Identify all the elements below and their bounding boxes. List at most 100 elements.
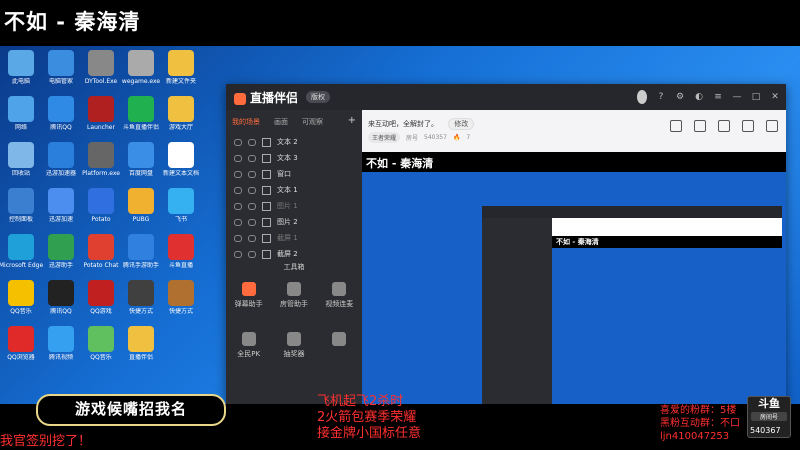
lock-icon[interactable] [248,170,256,178]
scene-item-label: 图片 1 [277,202,298,210]
tab-observe[interactable]: 可观察 [302,117,323,127]
fan-group-info: 喜爱的粉群：5楼 黑粉互动群：不口 ljn410047253 [660,404,740,443]
scene-item[interactable]: 文本 1 [226,182,362,198]
bell-icon[interactable] [742,120,754,132]
desktop-icon[interactable]: 斗鱼直播 [156,234,206,269]
record-icon[interactable] [670,120,682,132]
tool-button[interactable] [319,332,359,359]
nested-preview [552,236,782,404]
scene-list: 文本 2 文本 3 窗口 文本 1 图片 1 图片 2 截屏 1 截屏 2 [226,134,362,262]
desktop-icon[interactable]: 飞书 [156,188,206,223]
eye-icon[interactable] [234,218,242,226]
tab-picture[interactable]: 画面 [274,117,288,127]
tool-button[interactable]: 视频连麦 [319,282,359,309]
menu-icon[interactable]: ≡ [713,92,723,102]
lock-icon[interactable] [694,120,706,132]
desktop-app-icon [8,142,34,168]
scene-item[interactable]: 文本 3 [226,150,362,166]
scene-item-label: 截屏 1 [277,234,298,242]
source-type-icon [262,217,271,227]
game-tag[interactable]: 王者荣耀 [368,132,401,143]
tool-icon [241,332,256,346]
scene-panel: 我的场景 画面 可观察 + 文本 2 文本 3 窗口 文本 1 图片 1 图片 2 截屏 1… [226,110,362,404]
scene-item[interactable]: 图片 1 [226,198,362,214]
desktop-app-icon [128,280,154,306]
fan-group-line: ljn410047253 [660,431,730,442]
edit-button[interactable]: 修改 [448,118,475,130]
scene-item[interactable]: 图片 2 [226,214,362,230]
lock-icon[interactable] [248,186,256,194]
gift-message: 2火箭包赛季荣耀 [317,410,417,425]
scene-item[interactable]: 文本 2 [226,134,362,150]
douyu-room-label: 房间号 [751,412,787,421]
desktop-app-icon [48,96,74,122]
eye-icon[interactable] [234,138,242,146]
maximize-icon[interactable]: □ [751,92,761,102]
tool-button[interactable]: 抽奖器 [274,332,314,359]
add-scene-icon[interactable]: + [348,116,356,127]
lock-icon[interactable] [248,250,256,258]
gift-messages: 飞机起飞2杀时 2火箭包赛季荣耀 接金牌小国标任意 [317,394,421,442]
stream-preview: 不如 - 秦海清 不如 - 秦海清 [362,152,786,404]
version-badge[interactable]: 版权 [306,91,330,103]
tool-label: 全民PK [237,350,261,358]
help-icon[interactable]: ? [656,92,666,102]
gift-icon[interactable] [718,120,730,132]
stream-top-bar: 不如 - 秦海清 [0,0,800,46]
nested-preview-title: 不如 - 秦海清 [556,238,599,246]
scene-item[interactable]: 截屏 1 [226,230,362,246]
eye-icon[interactable] [234,250,242,258]
desktop-app-icon [48,188,74,214]
desktop-icon[interactable]: 新建文本文档 [156,142,206,177]
desktop-app-icon [8,280,34,306]
eye-icon[interactable] [234,154,242,162]
desktop-icon[interactable]: 直播伴侣 [116,326,166,361]
tab-my-scenes[interactable]: 我的场景 [232,117,260,127]
prompt-text: 来互动吧，全解封了。 [368,120,438,128]
chat-line: 我官签别挖了！ [0,434,92,449]
eye-icon[interactable] [234,202,242,210]
lock-icon[interactable] [248,154,256,162]
tool-icon [332,282,347,296]
eye-icon[interactable] [234,234,242,242]
eye-icon[interactable] [234,170,242,178]
lock-icon[interactable] [248,202,256,210]
desktop-icon-label: 飞书 [174,216,187,223]
desktop-app-icon [168,96,194,122]
desktop-app-icon [128,188,154,214]
tool-icon [286,282,301,296]
tool-label: 房管助手 [279,300,308,308]
stream-info-row: 王者荣耀 房号 540357 🔥 7 [368,132,470,143]
desktop-app-icon [8,326,34,352]
desktop-icon[interactable]: 新建文件夹 [156,50,206,85]
desktop-icon-label: 新建文件夹 [165,78,196,85]
tool-button[interactable]: 弹幕助手 [229,282,269,309]
tool-icon [241,282,256,296]
minimize-icon[interactable]: — [732,92,742,102]
eye-icon[interactable] [234,186,242,194]
scene-item[interactable]: 截屏 2 [226,246,362,262]
tool-label: 抽奖器 [283,350,305,358]
lock-icon[interactable] [248,218,256,226]
tool-button[interactable]: 房管助手 [274,282,314,309]
avatar[interactable] [637,90,647,104]
lock-icon[interactable] [248,234,256,242]
desktop-app-icon [88,326,114,352]
tool-icon [286,332,301,346]
desktop-icon[interactable]: 游戏大厅 [156,96,206,131]
room-id: 540367 [750,426,781,435]
desktop-app-icon [128,96,154,122]
desktop-icon[interactable]: 快捷方式 [156,280,206,315]
desktop-app-icon [168,280,194,306]
desktop-app-icon [168,188,194,214]
settings-icon[interactable]: ⚙ [675,92,685,102]
scene-item-label: 截屏 2 [277,250,298,258]
close-icon[interactable]: ✕ [770,92,780,102]
tool-button[interactable]: 全民PK [229,332,269,359]
scene-item-label: 图片 2 [277,218,298,226]
scene-item[interactable]: 窗口 [226,166,362,182]
skin-icon[interactable]: ◐ [694,92,704,102]
desktop-app-icon [48,234,74,260]
lock-icon[interactable] [248,138,256,146]
share-icon[interactable] [766,120,778,132]
